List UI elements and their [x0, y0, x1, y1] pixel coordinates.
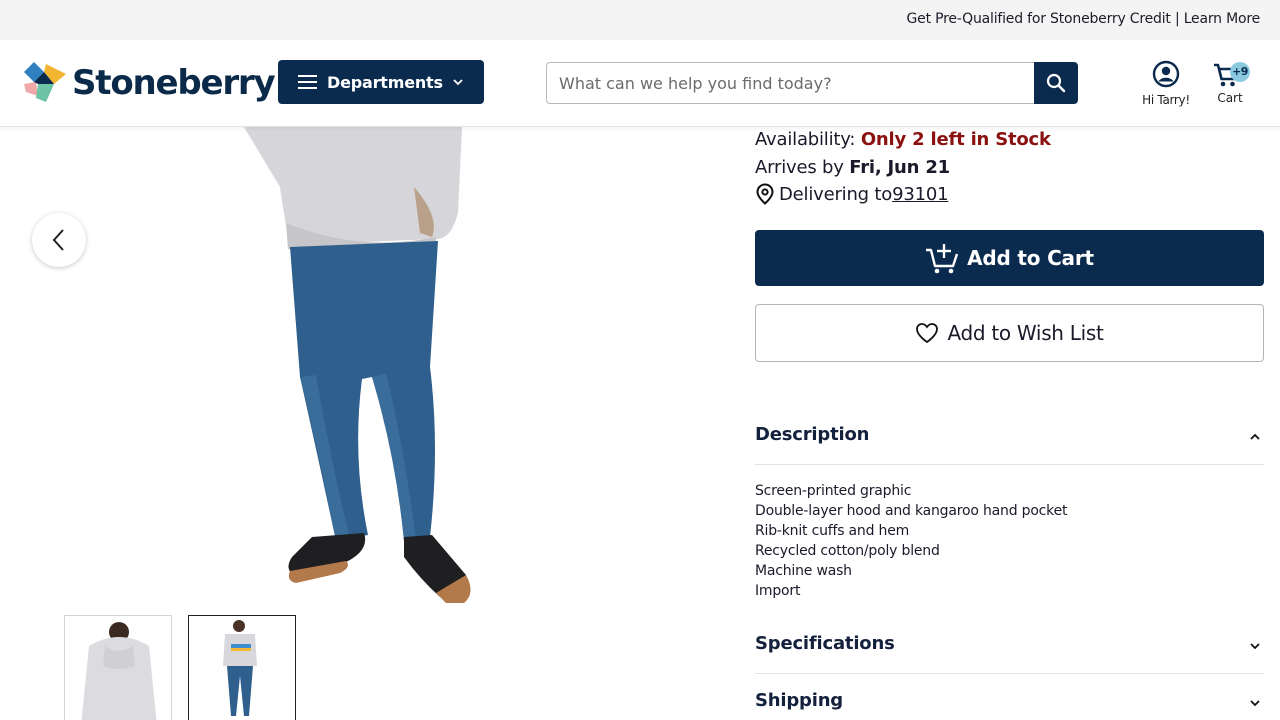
delivery-row: Delivering to 93101	[755, 183, 949, 205]
product-gallery	[0, 127, 720, 720]
thumbnail-image	[223, 620, 257, 716]
description-title: Description	[755, 424, 870, 445]
shipping-title: Shipping	[755, 690, 843, 711]
add-to-wish-list-label: Add to Wish List	[947, 321, 1104, 345]
chevron-down-icon	[1250, 700, 1260, 707]
availability-row: Availability: Only 2 left in Stock	[755, 129, 1051, 150]
cart-count-badge: +9	[1230, 62, 1250, 82]
divider	[755, 464, 1264, 465]
specifications-accordion-header[interactable]: Specifications	[755, 633, 1264, 663]
thumbnail-front-view[interactable]	[188, 615, 296, 720]
arrival-date: Fri, Jun 21	[849, 157, 950, 178]
search-bar	[546, 62, 1078, 104]
previous-image-button[interactable]	[32, 213, 86, 267]
chevron-left-icon	[52, 229, 64, 251]
search-icon	[1046, 73, 1066, 93]
delivery-label: Delivering to	[779, 183, 893, 205]
zip-code-link[interactable]: 93101	[892, 184, 948, 205]
menu-icon	[298, 75, 317, 89]
thumbnail-back-view[interactable]	[64, 615, 172, 720]
account-icon	[1152, 60, 1180, 88]
logo[interactable]: Stoneberry	[24, 62, 276, 104]
shipping-accordion-header[interactable]: Shipping	[755, 690, 1264, 720]
specifications-title: Specifications	[755, 633, 895, 654]
cart-button[interactable]: +9 Cart	[1210, 60, 1250, 110]
logo-wordmark: Stoneberry	[72, 63, 276, 103]
cart-label: Cart	[1217, 91, 1243, 105]
add-to-cart-button[interactable]: Add to Cart	[755, 230, 1264, 286]
search-input[interactable]	[546, 62, 1035, 104]
list-item: Screen-printed graphic	[755, 483, 912, 499]
search-button[interactable]	[1034, 62, 1078, 104]
list-item: Import	[755, 583, 801, 599]
promo-link[interactable]: Get Pre-Qualified for Stoneberry Credit …	[907, 11, 1261, 27]
site-header: Stoneberry Departments Hi Tarry!	[0, 40, 1280, 127]
add-to-wish-list-button[interactable]: Add to Wish List	[755, 304, 1264, 362]
location-pin-icon	[756, 183, 774, 205]
availability-label: Availability:	[755, 129, 856, 150]
thumbnail-image	[81, 622, 157, 720]
chevron-down-icon	[453, 79, 463, 86]
add-to-cart-icon	[926, 244, 959, 274]
description-accordion-header[interactable]: Description	[755, 424, 1264, 454]
account-button[interactable]: Hi Tarry!	[1140, 60, 1192, 112]
departments-button[interactable]: Departments	[278, 60, 484, 104]
description-list: Screen-printed graphic Double-layer hood…	[755, 481, 1264, 601]
list-item: Rib-knit cuffs and hem	[755, 523, 910, 539]
heart-icon	[916, 323, 939, 344]
list-item: Double-layer hood and kangaroo hand pock…	[755, 503, 1068, 519]
arrival-label: Arrives by	[755, 157, 844, 178]
add-to-cart-label: Add to Cart	[967, 246, 1094, 270]
list-item: Machine wash	[755, 563, 852, 579]
product-image[interactable]	[0, 127, 720, 607]
departments-label: Departments	[327, 72, 443, 92]
promo-bar: Get Pre-Qualified for Stoneberry Credit …	[0, 0, 1280, 40]
availability-value: Only 2 left in Stock	[860, 129, 1051, 150]
divider	[755, 673, 1264, 674]
chevron-down-icon	[1250, 643, 1260, 650]
logo-mark-icon	[24, 62, 66, 102]
chevron-up-icon	[1250, 433, 1260, 440]
account-greeting: Hi Tarry!	[1142, 93, 1190, 107]
list-item: Recycled cotton/poly blend	[755, 543, 940, 559]
arrival-row: Arrives by Fri, Jun 21	[755, 157, 950, 178]
